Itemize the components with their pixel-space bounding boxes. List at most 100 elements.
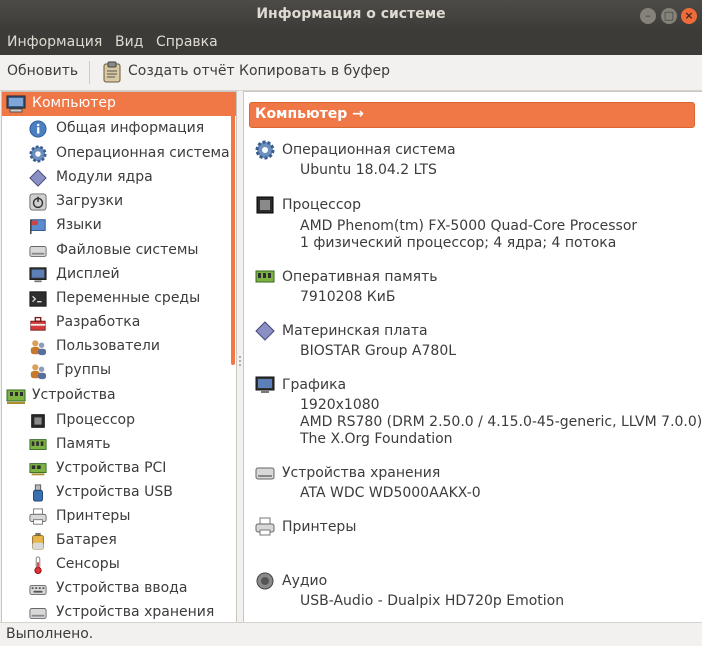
refresh-button[interactable]: Обновить: [7, 63, 78, 79]
section-title-graphics: Графика: [282, 377, 347, 393]
tree-item-groups[interactable]: Группы: [2, 359, 236, 383]
tree-item-computer[interactable]: Компьютер: [2, 92, 236, 116]
copy-to-clipboard-button[interactable]: Копировать в буфер: [239, 63, 390, 79]
menu-help[interactable]: Справка: [156, 34, 218, 50]
thermometer-icon: [34, 556, 42, 574]
tree-item-label: Устройства ввода: [56, 580, 188, 596]
category-tree[interactable]: Компьютер Общая информация Операционная …: [1, 91, 237, 623]
menu-view[interactable]: Вид: [115, 34, 143, 50]
circuit-board-icon: [6, 389, 26, 404]
tree-item-label: Разработка: [56, 314, 141, 330]
info-icon: [29, 120, 47, 138]
gear-icon: [255, 140, 275, 160]
section-value-motherboard: BIOSTAR Group A780L: [300, 343, 457, 359]
memory-icon: [29, 439, 47, 450]
tree-item-label: Загрузки: [56, 193, 124, 209]
tree-item-label: Устройства хранения: [56, 604, 215, 620]
status-bar: Выполнено.: [0, 622, 702, 646]
tree-item-storage[interactable]: Устройства хранения: [2, 601, 236, 622]
tree-item-users[interactable]: Пользователи: [2, 335, 236, 359]
chip-diamond-icon: [29, 169, 47, 187]
section-title-memory: Оперативная память: [282, 269, 438, 285]
section-value-graphics-resolution: 1920x1080: [300, 397, 380, 413]
cpu-icon: [256, 196, 274, 214]
close-button[interactable]: ×: [681, 8, 697, 24]
tree-item-label: Устройства: [32, 387, 116, 403]
tree-item-general-info[interactable]: Общая информация: [2, 117, 236, 141]
section-value-processor-model: AMD Phenom(tm) FX-5000 Quad-Core Process…: [300, 218, 638, 234]
menu-info[interactable]: Информация: [7, 34, 102, 50]
tree-item-development[interactable]: Разработка: [2, 311, 236, 335]
terminal-icon: [29, 291, 47, 307]
power-icon: [29, 193, 47, 211]
storage-drive-icon: [29, 608, 47, 619]
detail-header-title: Компьютер →: [255, 106, 364, 122]
tree-item-label: Устройства PCI: [56, 460, 167, 476]
tree-item-devices[interactable]: Устройства: [2, 384, 236, 408]
maximize-button[interactable]: □: [661, 8, 677, 24]
battery-icon: [32, 532, 44, 550]
tree-item-label: Устройства USB: [56, 484, 173, 500]
section-value-audio: USB-Audio - Dualpix HD720p Emotion: [300, 593, 565, 609]
flag-icon: [30, 219, 46, 235]
section-title-storage: Устройства хранения: [282, 465, 441, 481]
tree-item-label: Процессор: [56, 412, 135, 428]
tree-item-input-devices[interactable]: Устройства ввода: [2, 577, 236, 601]
tree-item-label: Дисплей: [56, 266, 120, 282]
section-title-audio: Аудио: [282, 573, 328, 589]
speaker-icon: [256, 572, 274, 590]
tree-item-sensors[interactable]: Сенсоры: [2, 553, 236, 577]
tree-item-battery[interactable]: Батарея: [2, 529, 236, 553]
tree-item-env-vars[interactable]: Переменные среды: [2, 287, 236, 311]
tree-item-boots[interactable]: Загрузки: [2, 190, 236, 214]
motherboard-icon: [255, 321, 275, 341]
tree-item-label: Сенсоры: [56, 556, 120, 572]
tree-item-label: Память: [56, 436, 111, 452]
gear-icon: [29, 145, 47, 163]
section-value-os: Ubuntu 18.04.2 LTS: [300, 162, 437, 178]
tree-item-display[interactable]: Дисплей: [2, 263, 236, 287]
cpu-icon: [31, 414, 45, 428]
tree-item-memory[interactable]: Память: [2, 433, 236, 457]
tree-item-languages[interactable]: Языки: [2, 214, 236, 238]
tree-item-label: Операционная система: [56, 145, 230, 161]
create-report-button[interactable]: Создать отчёт: [128, 63, 235, 79]
tree-item-kernel-modules[interactable]: Модули ядра: [2, 166, 236, 190]
tree-item-label: Модули ядра: [56, 169, 153, 185]
section-value-memory: 7910208 КиБ: [300, 289, 396, 305]
minimize-icon: –: [645, 9, 651, 22]
tree-item-label: Файловые системы: [56, 242, 199, 258]
tree-item-filesystems[interactable]: Файловые системы: [2, 239, 236, 263]
tree-item-os[interactable]: Операционная система: [2, 142, 236, 166]
tree-item-usb[interactable]: Устройства USB: [2, 481, 236, 505]
storage-drive-icon: [255, 467, 275, 480]
tree-item-printers[interactable]: Принтеры: [2, 505, 236, 529]
tree-item-label: Пользователи: [56, 338, 160, 354]
drive-icon: [29, 246, 47, 257]
tree-item-processor[interactable]: Процессор: [2, 409, 236, 433]
minimize-button[interactable]: –: [640, 8, 656, 24]
title-bar: Информация о системе – □ ×: [0, 0, 702, 31]
pci-card-icon: [29, 463, 47, 476]
section-value-processor-cores: 1 физический процессор; 4 ядра; 4 потока: [300, 235, 617, 251]
close-icon: ×: [684, 9, 694, 22]
tree-item-label: Принтеры: [56, 508, 131, 524]
section-title-printers: Принтеры: [282, 519, 357, 535]
section-title-motherboard: Материнская плата: [282, 323, 428, 339]
printer-icon: [255, 517, 275, 536]
status-text: Выполнено.: [6, 626, 94, 642]
section-title-processor: Процессор: [282, 197, 361, 213]
tree-item-label: Переменные среды: [56, 290, 201, 306]
report-icon[interactable]: [103, 61, 121, 83]
tree-item-label: Батарея: [56, 532, 117, 548]
tree-scrollbar[interactable]: [231, 93, 235, 365]
computer-icon: [6, 95, 26, 113]
tree-item-label: Языки: [56, 217, 102, 233]
toolbox-icon: [30, 316, 46, 331]
memory-icon: [255, 270, 275, 283]
section-value-graphics-driver: AMD RS780 (DRM 2.50.0 / 4.15.0-45-generi…: [300, 414, 702, 430]
window-title: Информация о системе: [256, 6, 446, 22]
section-value-storage: ATA WDC WD5000AAKX-0: [300, 485, 481, 501]
section-value-graphics-vendor: The X.Org Foundation: [300, 431, 453, 447]
tree-item-pci[interactable]: Устройства PCI: [2, 457, 236, 481]
